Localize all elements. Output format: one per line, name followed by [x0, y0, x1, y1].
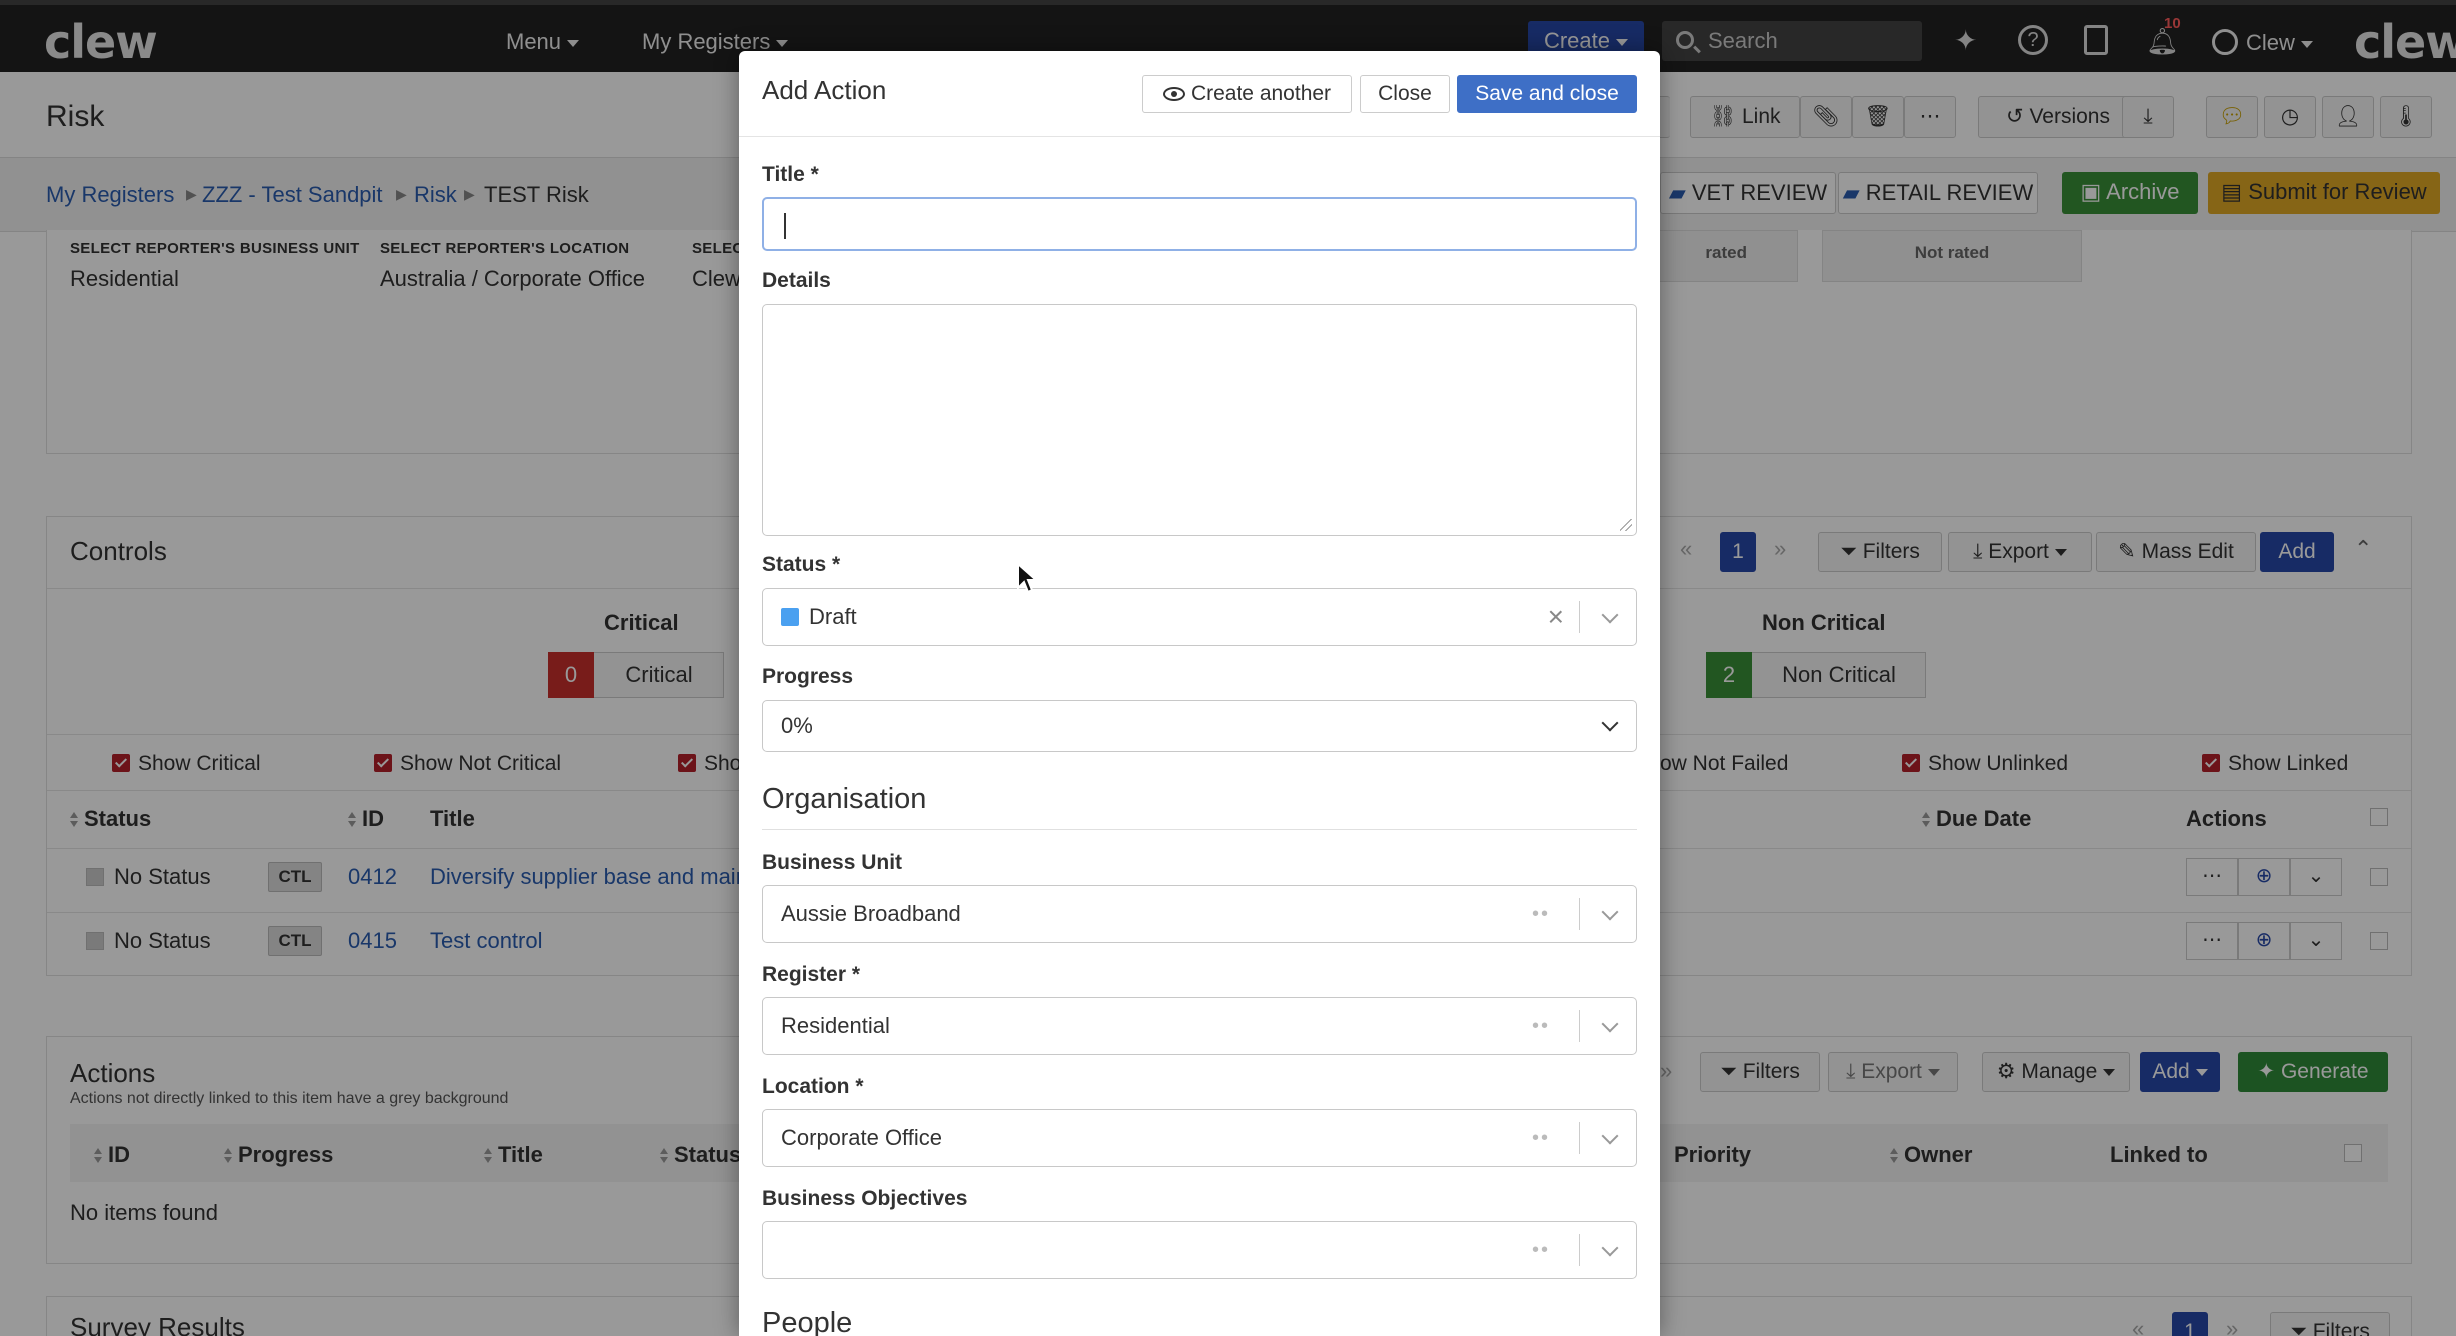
chevron-down-icon: [1601, 714, 1619, 732]
create-another-toggle[interactable]: Create another: [1142, 75, 1352, 113]
add-action-modal: Add Action Create another Close Save and…: [739, 51, 1660, 1336]
chevron-down-icon[interactable]: [1601, 1239, 1619, 1257]
people-heading: People: [762, 1307, 853, 1336]
business-objectives-select[interactable]: ••: [762, 1221, 1637, 1279]
organisation-heading: Organisation: [762, 783, 927, 815]
chevron-down-icon[interactable]: [1601, 1127, 1619, 1145]
status-label: Status *: [762, 553, 841, 576]
progress-select[interactable]: 0%: [762, 700, 1637, 752]
business-objectives-label: Business Objectives: [762, 1187, 968, 1210]
divider: [1579, 898, 1580, 930]
details-textarea[interactable]: [762, 304, 1637, 536]
location-select[interactable]: Corporate Office ••: [762, 1109, 1637, 1167]
text-cursor: [784, 213, 786, 239]
progress-selected: 0%: [781, 713, 813, 738]
modal-title: Add Action: [762, 75, 887, 105]
modal-header: Add Action Create another Close Save and…: [739, 51, 1660, 137]
loading-dots-icon: ••: [1531, 1127, 1550, 1149]
chevron-down-icon[interactable]: [1601, 606, 1619, 624]
clear-icon[interactable]: ×: [1548, 589, 1564, 645]
status-select[interactable]: Draft ×: [762, 588, 1637, 646]
divider: [1579, 1234, 1580, 1266]
loading-dots-icon: ••: [1531, 1239, 1550, 1261]
divider: [1579, 601, 1580, 633]
location-selected: Corporate Office: [781, 1125, 943, 1150]
divider: [762, 829, 1637, 830]
location-label: Location *: [762, 1075, 864, 1098]
title-input[interactable]: [762, 197, 1637, 251]
business-unit-select[interactable]: Aussie Broadband ••: [762, 885, 1637, 943]
loading-dots-icon: ••: [1531, 903, 1550, 925]
toggle-icon: [1162, 87, 1185, 101]
register-selected: Residential: [781, 1013, 890, 1038]
status-color-swatch: [781, 608, 799, 626]
business-unit-selected: Aussie Broadband: [781, 901, 961, 926]
close-button[interactable]: Close: [1360, 75, 1450, 113]
title-label: Title *: [762, 163, 819, 186]
status-selected: Draft: [781, 589, 857, 645]
register-label: Register *: [762, 963, 861, 986]
progress-label: Progress: [762, 665, 854, 688]
mouse-cursor-icon: [1017, 562, 1038, 594]
chevron-down-icon[interactable]: [1601, 903, 1619, 921]
business-unit-label: Business Unit: [762, 851, 903, 874]
chevron-down-icon[interactable]: [1601, 1015, 1619, 1033]
resize-handle-icon[interactable]: [1620, 519, 1632, 531]
loading-dots-icon: ••: [1531, 1015, 1550, 1037]
divider: [1579, 1010, 1580, 1042]
save-and-close-button[interactable]: Save and close: [1457, 75, 1637, 113]
details-label: Details: [762, 269, 831, 292]
register-select[interactable]: Residential ••: [762, 997, 1637, 1055]
divider: [1579, 1122, 1580, 1154]
